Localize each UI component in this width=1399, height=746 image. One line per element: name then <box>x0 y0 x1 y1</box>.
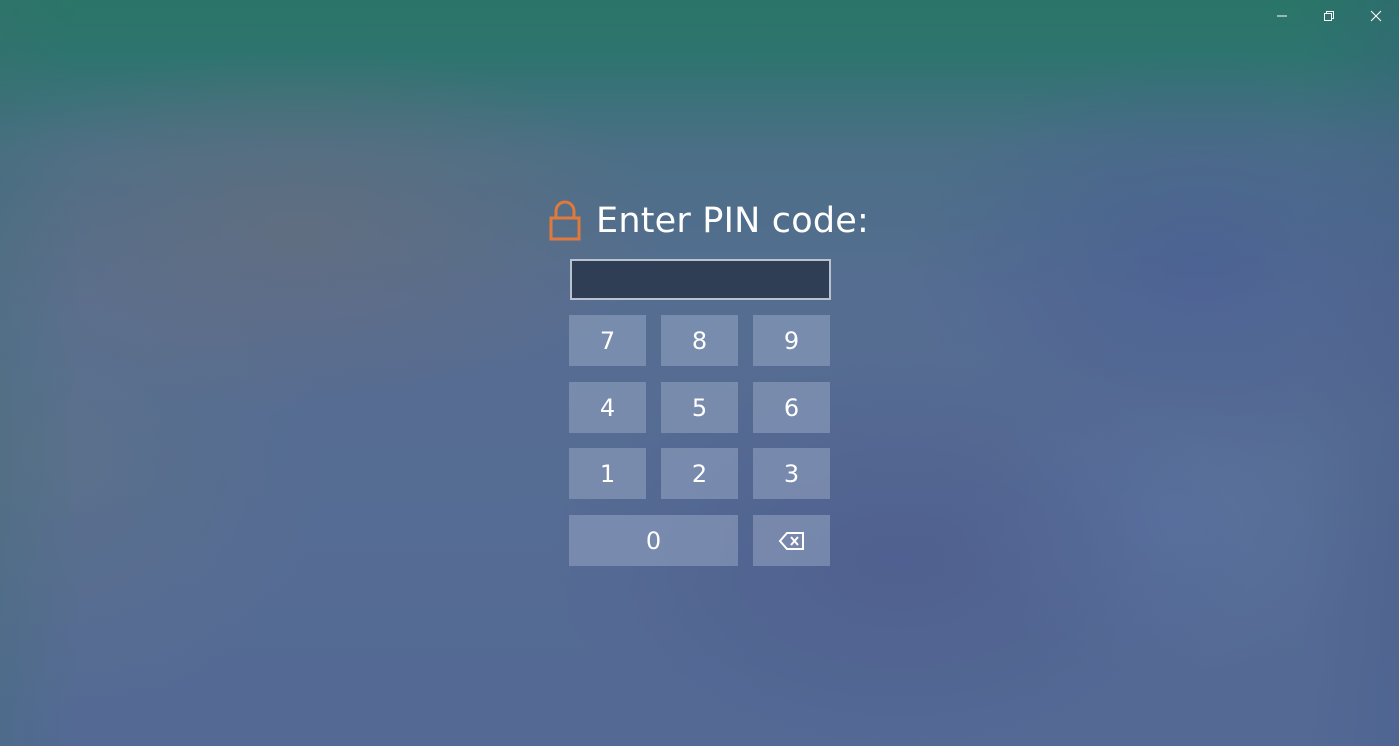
keypad-key-0[interactable]: 0 <box>569 515 738 566</box>
key-label: 4 <box>599 393 616 422</box>
minimize-icon <box>1276 15 1287 17</box>
pin-input[interactable] <box>570 259 831 300</box>
keypad-key-2[interactable]: 2 <box>661 448 738 499</box>
background-overlay <box>0 0 1399 746</box>
key-label: 3 <box>783 459 800 488</box>
key-label: 0 <box>645 526 662 555</box>
close-icon <box>1370 10 1381 22</box>
backspace-button[interactable] <box>753 515 830 566</box>
keypad-key-4[interactable]: 4 <box>569 382 646 433</box>
key-label: 8 <box>691 326 708 355</box>
key-label: 5 <box>691 393 708 422</box>
close-button[interactable] <box>1352 0 1399 32</box>
keypad-key-7[interactable]: 7 <box>569 315 646 366</box>
backspace-icon <box>778 531 804 550</box>
keypad-key-5[interactable]: 5 <box>661 382 738 433</box>
key-label: 7 <box>599 326 616 355</box>
key-label: 9 <box>783 326 800 355</box>
key-label: 1 <box>599 459 616 488</box>
keypad-key-1[interactable]: 1 <box>569 448 646 499</box>
pin-title-row: Enter PIN code: <box>548 196 869 246</box>
minimize-button[interactable] <box>1258 0 1305 32</box>
window-controls <box>1258 0 1399 32</box>
key-label: 2 <box>691 459 708 488</box>
key-label: 6 <box>783 393 800 422</box>
keypad-key-6[interactable]: 6 <box>753 382 830 433</box>
page-title: Enter PIN code: <box>596 201 870 241</box>
lock-icon <box>548 199 582 243</box>
keypad-key-3[interactable]: 3 <box>753 448 830 499</box>
restore-button[interactable] <box>1305 0 1352 32</box>
keypad-key-9[interactable]: 9 <box>753 315 830 366</box>
restore-icon <box>1323 11 1334 21</box>
keypad-key-8[interactable]: 8 <box>661 315 738 366</box>
